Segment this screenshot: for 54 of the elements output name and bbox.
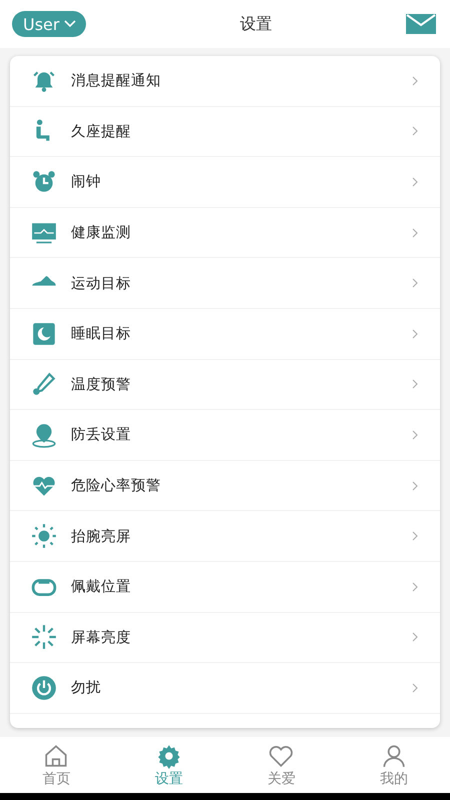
- chevron-icon: [412, 176, 418, 187]
- settings-row[interactable]: 消息提醒通知: [10, 56, 440, 107]
- chevron-icon: [412, 480, 418, 491]
- mail-icon[interactable]: [406, 14, 436, 34]
- thermometer-icon: [31, 371, 57, 398]
- nav-tab[interactable]: 首页: [0, 737, 112, 793]
- brightness-icon: [31, 624, 57, 650]
- caret-icon: [64, 20, 76, 28]
- nav-tab[interactable]: 我的: [338, 737, 450, 793]
- sun-icon: [31, 523, 57, 550]
- settings-row[interactable]: 运动目标: [10, 258, 440, 309]
- settings-label: 抬腕亮屏: [71, 528, 132, 546]
- settings-label: 佩戴位置: [71, 578, 132, 596]
- nav-tab[interactable]: 关爱: [225, 737, 338, 793]
- chevron-icon: [412, 76, 418, 86]
- settings-label: 勿扰: [71, 679, 102, 698]
- settings-label: 温度预警: [71, 376, 132, 394]
- settings-label: 防丢设置: [71, 426, 132, 444]
- settings-row[interactable]: 久座提醒: [10, 106, 440, 158]
- settings-row[interactable]: 睡眠目标: [10, 308, 440, 360]
- chevron-icon: [412, 126, 418, 136]
- chevron-icon: [412, 531, 418, 542]
- settings-label: 睡眠目标: [71, 325, 132, 344]
- settings-label: 闹钟: [71, 173, 102, 192]
- settings-label: 消息提醒通知: [71, 72, 162, 90]
- chevron-icon: [412, 228, 418, 238]
- settings-label: 危险心率预警: [71, 476, 162, 496]
- settings-label: 屏幕亮度: [71, 628, 132, 647]
- settings-row[interactable]: 防丢设置: [10, 410, 440, 461]
- chevron-icon: [412, 379, 418, 390]
- settings-row[interactable]: 闹钟: [10, 157, 440, 208]
- settings-label: 久座提醒: [71, 122, 132, 141]
- settings-row[interactable]: 危险心率预警: [10, 460, 440, 512]
- chevron-icon: [412, 582, 418, 592]
- page-title: 设置: [240, 14, 272, 34]
- settings-row[interactable]: 抬腕亮屏: [10, 511, 440, 562]
- home-icon: [43, 742, 70, 768]
- settings-label: 运动目标: [71, 274, 132, 293]
- person-icon: [380, 742, 407, 768]
- settings-row[interactable]: 屏幕亮度: [10, 612, 440, 664]
- settings-row[interactable]: 佩戴位置: [10, 562, 440, 613]
- moon-icon: [31, 320, 57, 347]
- settings-row[interactable]: 勿扰: [10, 663, 440, 714]
- chevron-icon: [412, 632, 418, 642]
- settings-row[interactable]: 健康监测: [10, 208, 440, 258]
- chevron-icon: [412, 682, 418, 693]
- settings-row[interactable]: 温度预警: [10, 360, 440, 410]
- chevron-icon: [412, 278, 418, 288]
- power-icon: [31, 674, 57, 701]
- location-pin-icon: [31, 422, 57, 448]
- settings-label: 健康监测: [71, 224, 132, 242]
- chevron-icon: [412, 430, 418, 440]
- settings-icon: [156, 742, 182, 768]
- chevron-icon: [412, 328, 418, 339]
